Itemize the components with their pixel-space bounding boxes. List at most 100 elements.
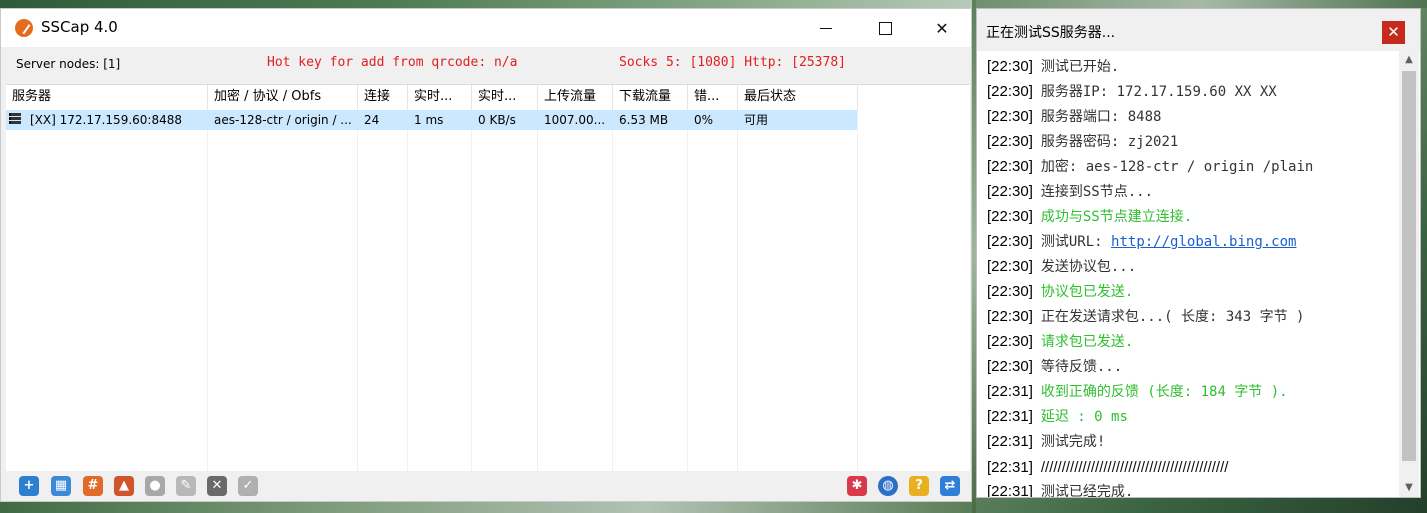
check-icon[interactable]: ✓ (238, 476, 258, 496)
log-message: 延迟 : 0 ms (1040, 409, 1128, 425)
column-header-error[interactable]: 错... (688, 85, 738, 109)
edit-icon[interactable]: ✎ (176, 476, 196, 496)
column-header-encryption[interactable]: 加密 / 协议 / Obfs (208, 85, 358, 109)
grid-icon[interactable]: # (83, 476, 103, 496)
log-message: 测试完成! (1040, 434, 1106, 450)
log-time: [22:30] (987, 183, 1033, 200)
log-line: [22:30] 加密: aes-128-ctr / origin /plain (987, 156, 1313, 181)
log-line: [22:31] 延迟 : 0 ms (987, 406, 1128, 431)
log-message: 等待反馈... (1040, 359, 1123, 375)
sscap-app-icon (15, 19, 33, 37)
scroll-up-icon[interactable]: ▲ (1399, 51, 1419, 69)
info-bar: Server nodes: [1] Hot key for add from q… (1, 47, 971, 83)
log-line: [22:30] 发送协议包... (987, 256, 1136, 281)
log-time: [22:30] (987, 108, 1033, 125)
log-time: [22:30] (987, 258, 1033, 275)
share-icon[interactable]: ▲ (114, 476, 134, 496)
scroll-thumb[interactable] (1402, 71, 1416, 461)
test-dialog-close-button[interactable]: ✕ (1382, 21, 1405, 44)
column-header-connections[interactable]: 连接 (358, 85, 408, 109)
grid-divider (687, 109, 688, 471)
log-time: [22:30] (987, 358, 1033, 375)
scroll-down-icon[interactable]: ▼ (1399, 479, 1419, 497)
table-row[interactable]: [XX] 172.17.159.60:8488 aes-128-ctr / or… (6, 110, 857, 130)
maximize-button[interactable] (856, 9, 914, 47)
log-line: [22:30] 协议包已发送. (987, 281, 1133, 306)
log-message: 正在发送请求包...( 长度: 343 字节 ) (1040, 309, 1305, 325)
server-status-icon (9, 112, 21, 128)
log-message: 收到正确的反馈 (长度: 184 字节 ). (1040, 384, 1288, 400)
log-time: [22:31] (987, 459, 1033, 476)
log-line: [22:31] 测试完成! (987, 431, 1105, 456)
log-time: [22:30] (987, 333, 1033, 350)
column-header-download[interactable]: 下载流量 (613, 85, 688, 109)
test-dialog-title-bar[interactable]: 正在测试SS服务器... ✕ (977, 9, 1420, 51)
cell-status: 可用 (744, 113, 769, 127)
log-line: [22:30] 服务器IP: 172.17.159.60 XX XX (987, 81, 1277, 106)
log-time: [22:31] (987, 408, 1033, 425)
server-nodes-count: Server nodes: [1] (16, 57, 121, 71)
cell-upload: 1007.00... (544, 113, 606, 127)
bulb-icon[interactable]: ● (145, 476, 165, 496)
settings-icon[interactable]: ✱ (847, 476, 867, 496)
log-message: 服务器IP: 172.17.159.60 XX XX (1040, 84, 1277, 100)
log-line: [22:30] 等待反馈... (987, 356, 1122, 381)
log-scrollbar[interactable]: ▲ ▼ (1399, 51, 1419, 497)
log-line: [22:30] 服务器密码: zj2021 (987, 131, 1178, 156)
desktop-background-top (976, 0, 1427, 8)
log-message: 请求包已发送. (1040, 334, 1134, 350)
cell-latency: 1 ms (414, 113, 444, 127)
log-message: ////////////////////////////////////////… (1040, 459, 1229, 476)
log-time: [22:30] (987, 58, 1033, 75)
log-message: 测试已开始. (1040, 59, 1120, 75)
bottom-toolbar: + ▦ # ▲ ● ✎ ✕ ✓ ✱ ◍ ? ⇄ (1, 471, 971, 501)
table-header: 服务器 加密 / 协议 / Obfs 连接 实时... 实时... 上传流量 下… (6, 85, 970, 109)
cell-download: 6.53 MB (619, 113, 669, 127)
grid-divider (737, 109, 738, 471)
log-message: 成功与SS节点建立连接. (1040, 209, 1193, 225)
column-header-upload[interactable]: 上传流量 (538, 85, 613, 109)
log-message: 发送协议包... (1040, 259, 1137, 275)
grid-divider (471, 109, 472, 471)
column-header-server[interactable]: 服务器 (6, 85, 208, 109)
log-message: 服务器端口: 8488 (1040, 109, 1162, 125)
log-time: [22:30] (987, 83, 1033, 100)
close-button[interactable]: ✕ (913, 9, 971, 47)
log-time: [22:30] (987, 158, 1033, 175)
add-icon[interactable]: + (19, 476, 39, 496)
grid-divider (612, 109, 613, 471)
log-time: [22:31] (987, 433, 1033, 450)
column-header-latency[interactable]: 实时... (408, 85, 472, 109)
title-bar[interactable]: SSCap 4.0 ✕ (1, 9, 971, 47)
delete-icon[interactable]: ✕ (207, 476, 227, 496)
globe-icon[interactable]: ◍ (878, 476, 898, 496)
test-url-link[interactable]: http://global.bing.com (1111, 234, 1296, 250)
help-icon[interactable]: ? (909, 476, 929, 496)
log-time: [22:31] (987, 483, 1033, 497)
log-message: 服务器密码: zj2021 (1040, 134, 1179, 150)
minimize-button[interactable] (797, 9, 855, 47)
log-message: 加密: aes-128-ctr / origin /plain (1040, 159, 1314, 175)
window-title: SSCap 4.0 (41, 18, 118, 36)
proxy-ports-info: Socks 5: [1080] Http: [25378] (619, 55, 846, 70)
log-time: [22:30] (987, 233, 1033, 250)
log-line: [22:30] 正在发送请求包...( 长度: 343 字节 ) (987, 306, 1304, 331)
cell-speed: 0 KB/s (478, 113, 516, 127)
log-line: [22:31] /////////////////////////////////… (987, 458, 1228, 483)
log-line: [22:31] 收到正确的反馈 (长度: 184 字节 ). (987, 381, 1288, 406)
cell-encryption: aes-128-ctr / origin / ... (214, 113, 352, 127)
log-line: [22:30] 连接到SS节点... (987, 181, 1153, 206)
log-line: [22:30] 测试已开始. (987, 56, 1119, 81)
test-dialog: 正在测试SS服务器... ✕ [22:30] 测试已开始. [22:30] 服务器I… (976, 8, 1421, 498)
grid-divider (357, 109, 358, 471)
grid-divider (857, 109, 858, 471)
column-header-status[interactable]: 最后状态 (738, 85, 858, 109)
column-header-speed[interactable]: 实时... (472, 85, 538, 109)
test-log: [22:30] 测试已开始. [22:30] 服务器IP: 172.17.159.6… (977, 51, 1397, 497)
test-dialog-title: 正在测试SS服务器... (986, 25, 1116, 41)
hotkey-info: Hot key for add from qrcode: n/a (267, 55, 518, 70)
log-message: 测试已经完成. (1040, 484, 1134, 497)
switch-icon[interactable]: ⇄ (940, 476, 960, 496)
qrcode-icon[interactable]: ▦ (51, 476, 71, 496)
grid-divider (537, 109, 538, 471)
